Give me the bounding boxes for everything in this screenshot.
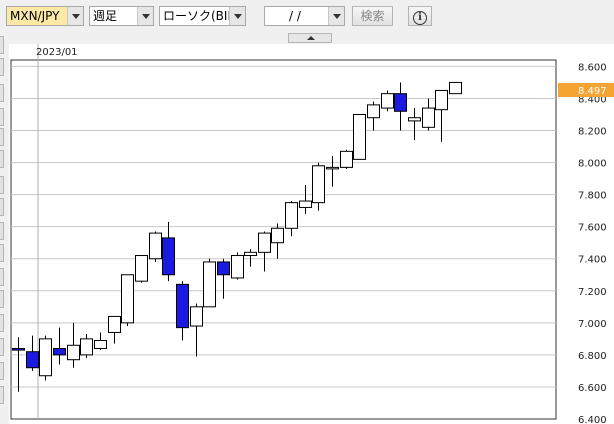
candle-body: [422, 107, 435, 128]
candle-body: [381, 93, 394, 109]
y-tick-label: 7.000: [578, 319, 607, 330]
candle-body: [394, 93, 407, 112]
candle-body: [26, 351, 39, 369]
y-tick-label: 7.400: [578, 255, 607, 266]
candle-body: [94, 339, 107, 349]
candle-body: [244, 251, 257, 257]
candle-body: [203, 261, 216, 308]
candle-body: [190, 306, 203, 327]
candle-body: [176, 283, 189, 329]
candle-body: [12, 347, 25, 351]
y-tick-label: 6.400: [578, 415, 607, 424]
candle-body: [326, 166, 339, 170]
candle-body: [353, 113, 366, 160]
y-tick-label: 8.200: [578, 127, 607, 138]
candle-body: [149, 232, 162, 260]
y-tick-label: 6.800: [578, 351, 607, 362]
candle-body: [135, 255, 148, 282]
candle-body: [408, 117, 421, 122]
candle-body: [231, 255, 244, 279]
y-tick-label: 7.800: [578, 191, 607, 202]
y-tick-label: 7.600: [578, 223, 607, 234]
candle-body: [121, 274, 134, 324]
candle-body: [217, 261, 230, 276]
candle-body: [367, 104, 380, 119]
candle-body: [108, 315, 121, 333]
current-price-badge: 8.497: [558, 83, 614, 97]
current-price-label: 8.497: [578, 86, 607, 97]
candle-body: [80, 338, 93, 356]
x-axis-label: 2023/01: [36, 47, 78, 58]
candle-body: [39, 338, 52, 377]
candle-body: [162, 237, 175, 276]
candle-body: [271, 227, 284, 244]
y-tick-label: 6.600: [578, 383, 607, 394]
candlestick-chart: 2023/01 8.6008.4008.2008.0007.8007.6007.…: [9, 44, 614, 424]
candle-body: [449, 81, 462, 95]
candle-body: [312, 165, 325, 204]
y-tick-label: 7.200: [578, 287, 607, 298]
candle-body: [258, 232, 271, 253]
y-tick-label: 8.600: [578, 62, 607, 73]
y-tick-label: 8.000: [578, 159, 607, 170]
candle-body: [53, 347, 66, 356]
candle-body: [435, 89, 448, 111]
candle-body: [285, 202, 298, 229]
candle-body: [299, 200, 312, 208]
candle-body: [67, 344, 80, 361]
candle-body: [340, 150, 353, 168]
